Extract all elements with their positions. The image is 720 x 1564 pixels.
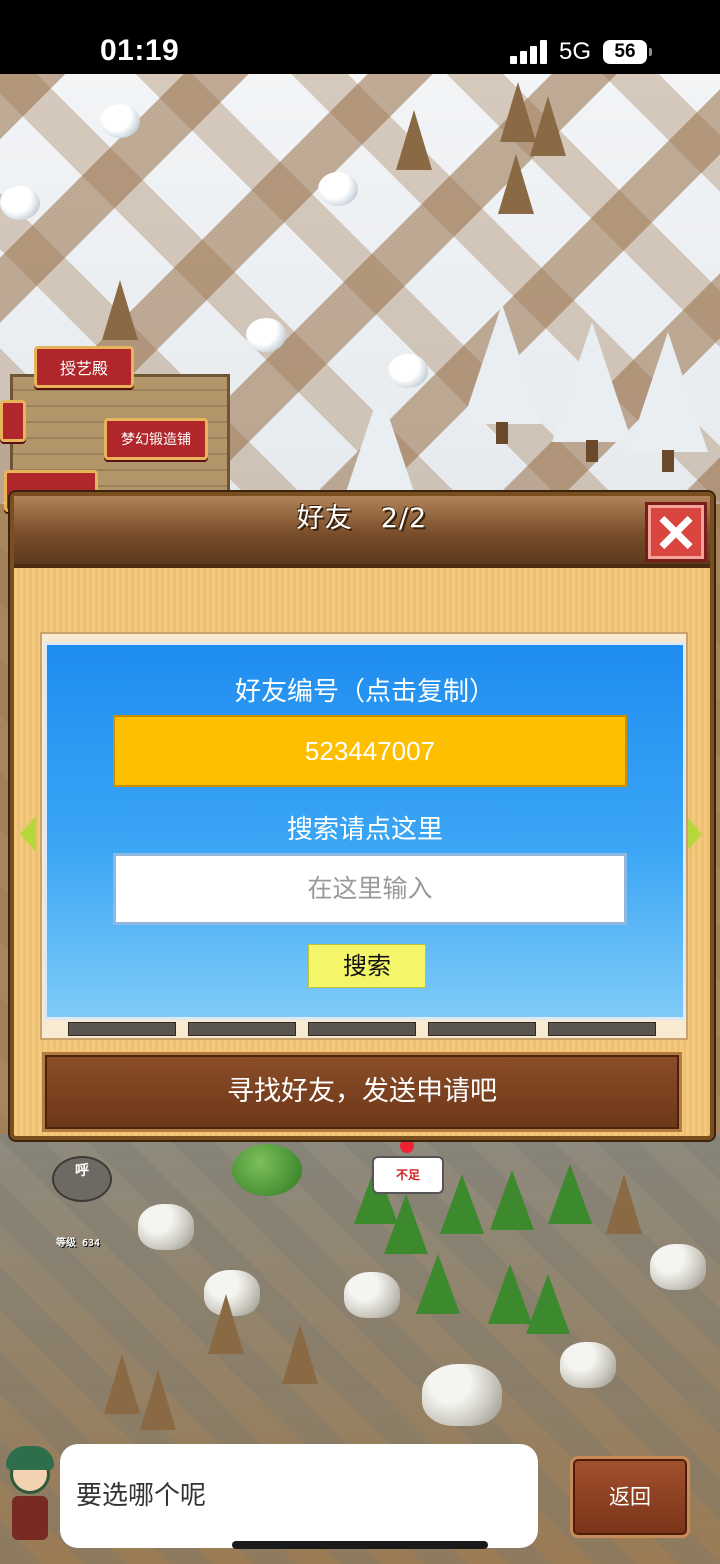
rock-spire-icon: [102, 280, 138, 340]
snow-pine-icon: [628, 332, 708, 472]
search-label: 搜索请点这里: [286, 815, 443, 845]
rock-spire-icon: [282, 1324, 318, 1384]
home-indicator[interactable]: [232, 1541, 488, 1549]
friend-slot[interactable]: [548, 1022, 656, 1036]
rock-spire-icon: [104, 1354, 140, 1414]
shortage-tag[interactable]: 不足: [372, 1156, 444, 1194]
boulder-icon: [560, 1342, 616, 1388]
snow-pine-icon: [552, 322, 632, 462]
green-tree-icon: [384, 1194, 428, 1254]
friend-slot[interactable]: [188, 1022, 296, 1036]
back-button[interactable]: 返回: [570, 1456, 690, 1538]
friend-id-label: 好友编号（点击复制）: [234, 677, 495, 707]
speech-box: 要选哪个呢: [60, 1444, 538, 1548]
rock-spire-icon: [530, 96, 566, 156]
boulder-icon: [422, 1364, 502, 1426]
green-tree-icon: [526, 1274, 570, 1334]
network-type: 5G: [559, 38, 592, 65]
character-avatar: [0, 1440, 64, 1550]
building-sign[interactable]: 梦幻锻造铺: [104, 418, 208, 460]
status-bar: 01:19 5G 56: [0, 0, 720, 74]
copy-friend-id-button[interactable]: 523447007: [113, 715, 627, 787]
snow-mound-icon: [388, 354, 428, 388]
snow-mound-icon: [318, 172, 358, 206]
friend-search-input[interactable]: 在这里输入: [113, 853, 627, 925]
building-sign[interactable]: 授艺殿: [34, 346, 134, 388]
prev-page-arrow-icon[interactable]: [20, 816, 36, 852]
dialog-title: 好友 2/2: [296, 503, 428, 534]
friend-slot[interactable]: [308, 1022, 416, 1036]
next-page-arrow-icon[interactable]: [686, 816, 702, 852]
snow-mound-icon: [0, 186, 40, 220]
green-tree-icon: [548, 1164, 592, 1224]
rock-spire-icon: [606, 1174, 642, 1234]
friend-slot[interactable]: [428, 1022, 536, 1036]
search-button[interactable]: 搜索: [308, 944, 426, 988]
status-time: 01:19: [100, 34, 180, 67]
friend-slot[interactable]: [68, 1022, 176, 1036]
green-tree-icon: [490, 1170, 534, 1230]
battery-icon: 56: [603, 40, 652, 64]
find-friends-banner: 寻找好友，发送申请吧: [42, 1052, 682, 1132]
boulder-icon: [138, 1204, 194, 1250]
rock-spire-icon: [208, 1294, 244, 1354]
building-sign[interactable]: [0, 400, 26, 442]
shout-bubble[interactable]: 呼: [52, 1156, 112, 1202]
cellular-signal-icon: [510, 40, 548, 64]
rock-spire-icon: [498, 154, 534, 214]
boulder-icon: [344, 1272, 400, 1318]
rock-spire-icon: [140, 1370, 176, 1430]
map-pin-icon: [400, 1139, 414, 1153]
snow-mound-icon: [246, 318, 286, 352]
close-button[interactable]: [645, 502, 707, 562]
green-tree-icon: [440, 1174, 484, 1234]
snow-pine-icon: [462, 304, 542, 444]
friend-search-panel: 好友编号（点击复制） 523447007 搜索请点这里 在这里输入 搜索: [44, 642, 686, 1020]
bush-icon: [232, 1144, 302, 1196]
snow-mound-icon: [100, 104, 140, 138]
level-tag: 等级 634: [56, 1238, 101, 1249]
rock-spire-icon: [396, 110, 432, 170]
friend-dialog: 好友 2/2 好友编号（点击复制） 523447007 搜索请点这里 在这里输入…: [10, 492, 714, 1140]
boulder-icon: [650, 1244, 706, 1290]
green-tree-icon: [416, 1254, 460, 1314]
